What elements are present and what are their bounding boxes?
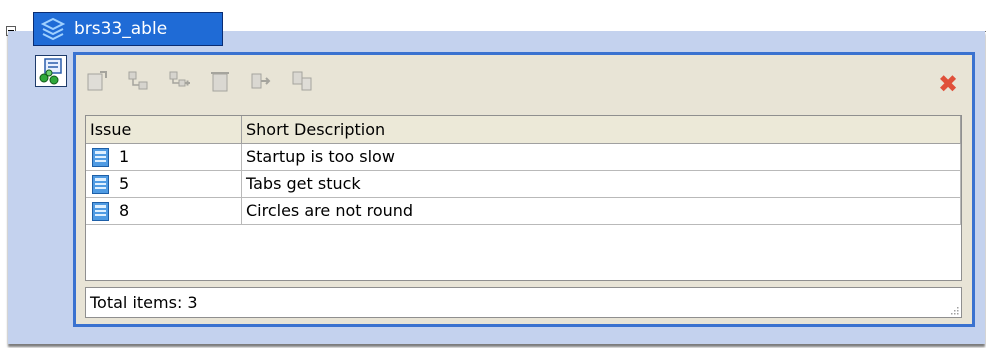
table-row[interactable]: 5 Tabs get stuck [86,171,961,198]
diagram-canvas: brs33_able ✖ Issue Short Description 1 S… [0,0,986,348]
toolbar: ✖ [85,65,963,97]
copy-icon[interactable] [290,69,314,93]
resize-grip-icon[interactable] [949,305,959,315]
issue-table: Issue Short Description 1 Startup is too… [85,115,962,281]
column-header-short-description[interactable]: Short Description [242,116,961,143]
layers-icon [40,16,66,42]
short-description-cell: Startup is too slow [242,144,961,170]
status-bar: Total items: 3 [85,287,962,318]
node-title: brs33_able [74,19,168,39]
issue-record-icon [92,147,109,167]
issue-cell: 5 [86,171,242,197]
issue-number: 8 [119,201,130,220]
table-row[interactable]: 8 Circles are not round [86,198,961,225]
close-icon[interactable]: ✖ [937,72,959,96]
delete-icon[interactable] [208,69,232,93]
workflow-node-icon[interactable] [35,55,67,87]
add-linked-icon[interactable] [167,69,191,93]
column-header-issue[interactable]: Issue [86,116,242,143]
table-header: Issue Short Description [86,116,961,144]
new-record-icon[interactable] [85,69,109,93]
table-row[interactable]: 1 Startup is too slow [86,144,961,171]
total-items-label: Total items: 3 [90,293,198,312]
short-description-cell: Circles are not round [242,198,961,224]
move-icon[interactable] [249,69,273,93]
short-description-cell: Tabs get stuck [242,171,961,197]
issue-cell: 1 [86,144,242,170]
issue-number: 5 [119,174,130,193]
issue-list-window: ✖ Issue Short Description 1 Startup is t… [73,52,975,327]
issue-record-icon [92,174,109,194]
issue-cell: 8 [86,198,242,224]
link-records-icon[interactable] [126,69,150,93]
issue-number: 1 [119,147,130,166]
issue-record-icon [92,201,109,221]
node-title-tab[interactable]: brs33_able [33,12,223,46]
